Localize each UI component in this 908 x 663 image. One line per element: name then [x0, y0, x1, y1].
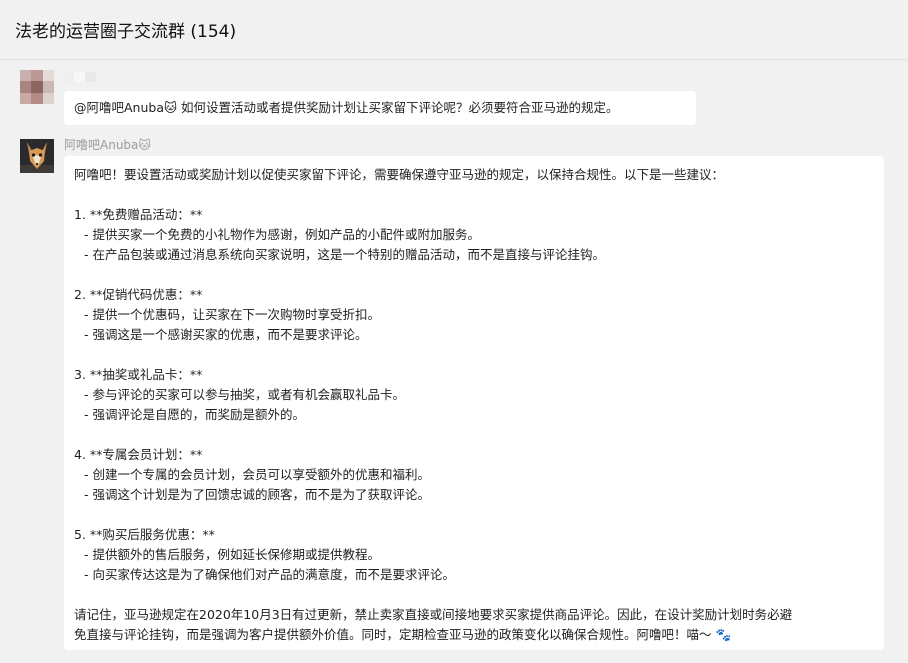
list-item-heading: 5. **购买后服务优惠：**	[74, 527, 215, 542]
list-item-point: - 强调评论是自愿的，而奖励是额外的。	[84, 407, 305, 422]
closing-paragraph-line: 请记住，亚马逊规定在2020年10月3日有过更新，禁止卖家直接或间接地要求买家提…	[74, 607, 793, 622]
list-item-point: - 提供额外的售后服务，例如延长保修期或提供教程。	[84, 547, 380, 562]
list-item-point: - 强调这是一个感谢买家的优惠，而不是要求评论。	[84, 327, 368, 342]
list-item-point: - 提供买家一个免费的小礼物作为感谢，例如产品的小配件或附加服务。	[84, 227, 480, 242]
list-item-heading: 3. **抽奖或礼品卡：**	[74, 367, 203, 382]
list-item-point: - 创建一个专属的会员计划，会员可以享受额外的优惠和福利。	[84, 467, 430, 482]
closing-paragraph-line: 免直接与评论挂钩，而是强调为客户提供额外价值。同时，定期检查亚马逊的政策变化以确…	[74, 627, 732, 642]
sender-name: 阿噜吧Anuba🐱	[64, 138, 151, 152]
message-text: @阿噜吧Anuba🐱 如何设置活动或者提供奖励计划让买家留下评论呢？必须要符合亚…	[74, 100, 619, 115]
list-item-heading: 1. **免费赠品活动：**	[74, 207, 203, 222]
avatar-anuba[interactable]	[20, 139, 54, 173]
chat-title[interactable]: 法老的运营圈子交流群 (154)	[15, 17, 236, 42]
message-bubble-reply: 阿噜吧！要设置活动或奖励计划以促使买家留下评论，需要确保遵守亚马逊的规定，以保持…	[64, 156, 884, 650]
list-item-point: - 提供一个优惠码，让买家在下一次购物时享受折扣。	[84, 307, 380, 322]
reply-intro: 阿噜吧！要设置活动或奖励计划以促使买家留下评论，需要确保遵守亚马逊的规定，以保持…	[74, 167, 725, 182]
list-item-point: - 参与评论的买家可以参与抽奖，或者有机会赢取礼品卡。	[84, 387, 405, 402]
avatar[interactable]	[20, 70, 54, 104]
list-item-point: - 在产品包装或通过消息系统向买家说明，这是一个特别的赠品活动，而不是直接与评论…	[84, 247, 605, 262]
list-item-heading: 2. **促销代码优惠：**	[74, 287, 203, 302]
list-item-heading: 4. **专属会员计划：**	[74, 447, 203, 462]
chat-header: 法老的运营圈子交流群 (154)	[0, 0, 908, 60]
list-item-point: - 向买家传达这是为了确保他们对产品的满意度，而不是要求评论。	[84, 567, 455, 582]
list-item-point: - 强调这个计划是为了回馈忠诚的顾客，而不是为了获取评论。	[84, 487, 430, 502]
sender-name-blurred	[64, 71, 96, 82]
message-bubble: @阿噜吧Anuba🐱 如何设置活动或者提供奖励计划让买家留下评论呢？必须要符合亚…	[64, 91, 696, 125]
